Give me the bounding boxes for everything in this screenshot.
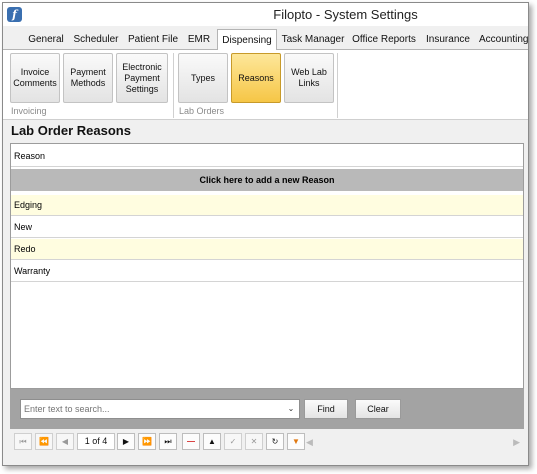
first-icon[interactable]: ⏮ — [14, 433, 32, 450]
tab-insurance[interactable]: Insurance — [423, 32, 473, 50]
last-icon[interactable]: ⏭ — [159, 433, 177, 450]
settings-window: f Filopto - System Settings General Sche… — [2, 2, 529, 466]
search-bar: ⌄ Find Clear — [10, 389, 524, 429]
cancel-icon[interactable]: ✕ — [245, 433, 263, 450]
payment-methods-label: Payment Methods — [70, 67, 106, 88]
delete-icon[interactable]: — — [182, 433, 200, 450]
invoice-comments-button[interactable]: Invoice Comments — [10, 53, 60, 103]
page-indicator: 1 of 4 — [77, 433, 115, 450]
move-up-icon[interactable]: ▲ — [203, 433, 221, 450]
search-input[interactable] — [20, 399, 300, 419]
electronic-payment-settings-label: Electronic Payment Settings — [122, 61, 162, 94]
reasons-label: Reasons — [238, 72, 274, 83]
record-navigator: ⏮ ⏪ ◀ 1 of 4 ▶ ⏩ ⏭ — ▲ ✓ ✕ ↻ ▼ ◀ ▶ — [10, 431, 524, 453]
tab-task-manager[interactable]: Task Manager — [281, 32, 345, 50]
scroll-right-icon[interactable]: ▶ — [513, 435, 520, 449]
tab-strip: General Scheduler Patient File EMR Dispe… — [3, 29, 528, 51]
reasons-grid: Reason Click here to add a new Reason Ed… — [10, 143, 524, 389]
electronic-payment-settings-button[interactable]: Electronic Payment Settings — [116, 53, 168, 103]
prev-page-icon[interactable]: ⏪ — [35, 433, 53, 450]
section-title: Lab Order Reasons — [11, 123, 131, 138]
column-header-reason[interactable]: Reason — [11, 146, 523, 167]
horizontal-scrollbar[interactable]: ◀ ▶ — [306, 435, 520, 449]
tab-patient-file[interactable]: Patient File — [125, 32, 181, 50]
next-icon[interactable]: ▶ — [117, 433, 135, 450]
save-icon[interactable]: ✓ — [224, 433, 242, 450]
table-row[interactable]: Redo — [11, 239, 523, 260]
reasons-button[interactable]: Reasons — [231, 53, 281, 103]
next-page-icon[interactable]: ⏩ — [138, 433, 156, 450]
lab-orders-group-label: Lab Orders — [179, 106, 225, 116]
invoice-comments-label: Invoice Comments — [13, 67, 57, 88]
ribbon-separator — [337, 53, 338, 118]
tab-office-reports[interactable]: Office Reports — [351, 32, 417, 50]
table-row[interactable]: New — [11, 217, 523, 238]
tab-scheduler[interactable]: Scheduler — [71, 32, 121, 50]
web-lab-links-label: Web Lab Links — [291, 67, 327, 88]
types-button[interactable]: Types — [178, 53, 228, 103]
tab-general[interactable]: General — [25, 32, 67, 50]
prev-icon[interactable]: ◀ — [56, 433, 74, 450]
tab-dispensing[interactable]: Dispensing — [217, 29, 277, 51]
types-label: Types — [190, 72, 215, 83]
scroll-left-icon[interactable]: ◀ — [306, 437, 313, 447]
ribbon: Invoice Comments Payment Methods Electro… — [3, 50, 528, 120]
find-button[interactable]: Find — [304, 399, 348, 419]
filter-icon[interactable]: ▼ — [287, 433, 305, 450]
invoicing-group-label: Invoicing — [11, 106, 47, 116]
table-row[interactable]: Edging — [11, 195, 523, 216]
clear-button[interactable]: Clear — [355, 399, 401, 419]
tab-emr[interactable]: EMR — [185, 32, 213, 50]
chevron-down-icon[interactable]: ⌄ — [284, 400, 298, 418]
window-title: Filopto - System Settings — [273, 7, 418, 22]
title-bar: f Filopto - System Settings — [3, 3, 528, 26]
table-row[interactable]: Warranty — [11, 261, 523, 282]
refresh-icon[interactable]: ↻ — [266, 433, 284, 450]
web-lab-links-button[interactable]: Web Lab Links — [284, 53, 334, 103]
tab-accounting[interactable]: Accounting — [479, 32, 528, 50]
ribbon-separator — [173, 53, 174, 118]
add-new-reason-row[interactable]: Click here to add a new Reason — [11, 169, 523, 191]
payment-methods-button[interactable]: Payment Methods — [63, 53, 113, 103]
